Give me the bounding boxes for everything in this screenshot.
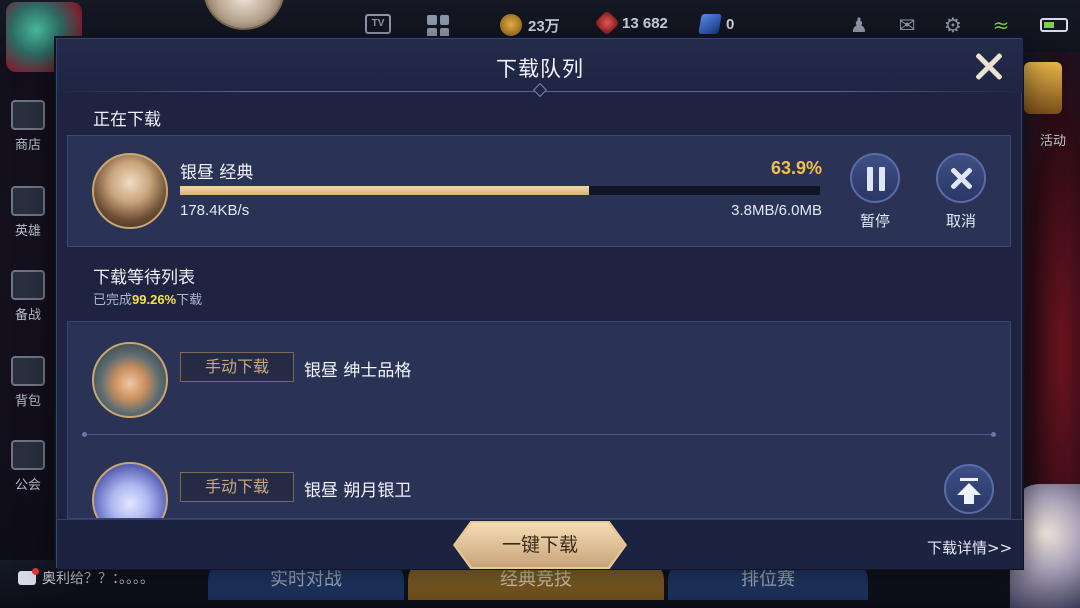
left-menu-heroes[interactable]: 英雄 [0,186,56,239]
settings-gear-icon[interactable]: ⚙ [942,14,964,36]
manual-download-button[interactable]: 手动下载 [180,472,294,502]
backpack-icon [11,356,45,386]
completed-suffix: 下载 [176,293,203,308]
download-queue-dialog: 下载队列 正在下载 银昼 经典 63.9% 178.4KB/s 3.8MB/6.… [56,38,1023,569]
ticket-resource: 0 [698,14,735,34]
chat-bubble-icon [18,568,39,585]
activity-label: 活动 [1039,134,1066,149]
completed-prefix: 已完成 [93,293,133,308]
mode-realtime-label: 实时对战 [270,569,342,590]
download-details-link[interactable]: 下载详情>> [927,537,1012,558]
gold-amount: 23万 [528,17,560,35]
completed-percent: 99.26% [132,292,177,307]
dialog-title: 下载队列 [496,57,584,81]
queue-hero-portrait [92,342,168,418]
left-menu-shop-label: 商店 [14,138,41,153]
cancel-button[interactable] [936,153,986,203]
chat-preview[interactable]: 奥利给？？：。。。。 [18,568,154,588]
left-menu-bag[interactable]: 背包 [0,356,56,409]
hero-portrait [92,153,168,229]
queue-list[interactable]: 手动下载 银昼 绅士品格 手动下载 银昼 朔月银卫 [67,321,1011,519]
manual-download-button[interactable]: 手动下载 [180,352,294,382]
gem-amount: 13 682 [622,14,668,32]
download-size: 3.8MB/6.0MB [731,202,822,219]
close-icon[interactable] [969,47,1009,87]
mail-icon[interactable]: ✉ [896,14,918,36]
download-progress-bar [180,186,820,195]
wifi-icon: ≈ [992,13,1010,37]
mode-classic-label: 经典竞技 [500,569,572,590]
left-menu-bag-label: 背包 [14,394,41,409]
downloading-section-title: 正在下载 [93,110,161,130]
cancel-label: 取消 [945,212,976,230]
hero-icon [11,186,45,216]
activity-chest-icon[interactable] [1024,62,1062,114]
ticket-amount: 0 [726,15,735,33]
tv-icon[interactable]: TV [365,14,391,34]
download-percent: 63.9% [770,158,822,178]
ticket-icon [698,14,722,34]
guild-flag-icon [11,440,45,470]
download-speed: 178.4KB/s [180,202,250,219]
download-progress-fill [180,186,589,195]
queue-hero-name: 银昼 朔月银卫 [304,481,412,501]
background-artwork [1020,52,1080,552]
cart-icon [11,100,45,130]
queue-section-title: 下载等待列表 [93,268,195,288]
chat-text: 奥利给？？：。。。。 [42,571,154,587]
battery-icon [1040,18,1068,32]
row-divider [82,432,996,437]
friends-icon[interactable]: ♟ [848,14,870,36]
gold-coin-icon [500,14,522,36]
gem-icon [594,10,620,36]
move-to-top-icon [960,478,978,481]
queue-hero-portrait [92,462,168,518]
left-menu-heroes-label: 英雄 [14,224,41,239]
gem-resource: 13 682 [594,10,668,36]
arrow-stem [964,494,974,504]
shield-icon [11,270,45,300]
queue-hero-name: 银昼 绅士品格 [304,361,412,381]
pause-button[interactable] [850,153,900,203]
active-download-card: 银昼 经典 63.9% 178.4KB/s 3.8MB/6.0MB 暂停 取消 [67,135,1011,247]
notification-dot [32,568,39,575]
left-menu-guild[interactable]: 公会 [0,440,56,493]
move-to-top-button[interactable] [944,464,994,514]
pause-label: 暂停 [859,212,890,230]
left-menu-shop[interactable]: 商店 [0,100,56,153]
gold-resource: 23万 [500,14,560,36]
left-menu-prep-label: 备战 [14,308,41,323]
left-menu-prep[interactable]: 备战 [0,270,56,323]
left-menu-guild-label: 公会 [14,478,41,493]
mode-ranked-label: 排位赛 [741,569,795,590]
one-click-download-button[interactable]: 一键下载 [455,523,625,567]
completed-status: 已完成99.26%下载 [93,289,202,308]
active-hero-name: 银昼 经典 [180,163,254,183]
grid-menu-icon[interactable] [427,15,449,37]
